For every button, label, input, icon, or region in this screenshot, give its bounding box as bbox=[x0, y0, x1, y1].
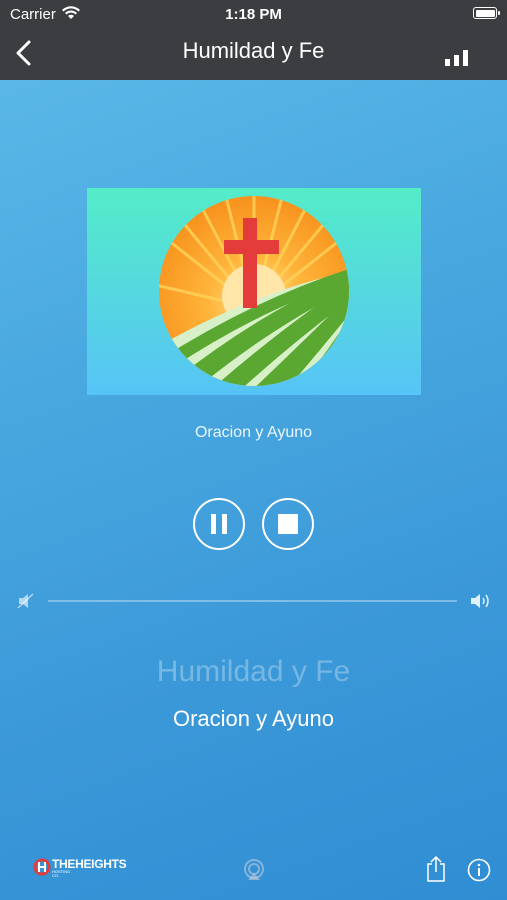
pause-button[interactable] bbox=[193, 498, 245, 550]
stop-button[interactable] bbox=[262, 498, 314, 550]
status-bar: Carrier 1:18 PM bbox=[0, 0, 507, 30]
volume-slider[interactable] bbox=[48, 600, 457, 602]
station-name: Humildad y Fe bbox=[156, 655, 351, 688]
share-icon[interactable] bbox=[425, 855, 447, 883]
top-bar: Carrier 1:18 PM Humildad y Fe bbox=[0, 0, 507, 80]
volume-control bbox=[0, 590, 507, 612]
brand-sub: HOSTING CO. bbox=[52, 869, 71, 878]
airplay-icon[interactable] bbox=[242, 858, 266, 882]
theheights-logo-mark bbox=[33, 858, 51, 876]
volume-mute-icon bbox=[17, 593, 34, 609]
stop-icon bbox=[278, 514, 298, 534]
volume-max-icon bbox=[471, 594, 489, 608]
pause-icon bbox=[211, 514, 227, 534]
theheights-logo[interactable]: THEHEIGHTS HOSTING CO. bbox=[33, 858, 127, 881]
page-title: Humildad y Fe bbox=[182, 38, 325, 63]
station-artwork bbox=[87, 188, 421, 395]
track-subtitle: Oracion y Ayuno bbox=[194, 424, 313, 441]
now-playing-title: Oracion y Ayuno bbox=[172, 706, 335, 731]
signal-bars-icon[interactable] bbox=[445, 50, 471, 66]
info-icon[interactable] bbox=[467, 858, 491, 882]
clock: 1:18 PM bbox=[225, 6, 282, 23]
battery-icon bbox=[473, 7, 500, 19]
cross-sunrise-logo bbox=[159, 196, 349, 386]
